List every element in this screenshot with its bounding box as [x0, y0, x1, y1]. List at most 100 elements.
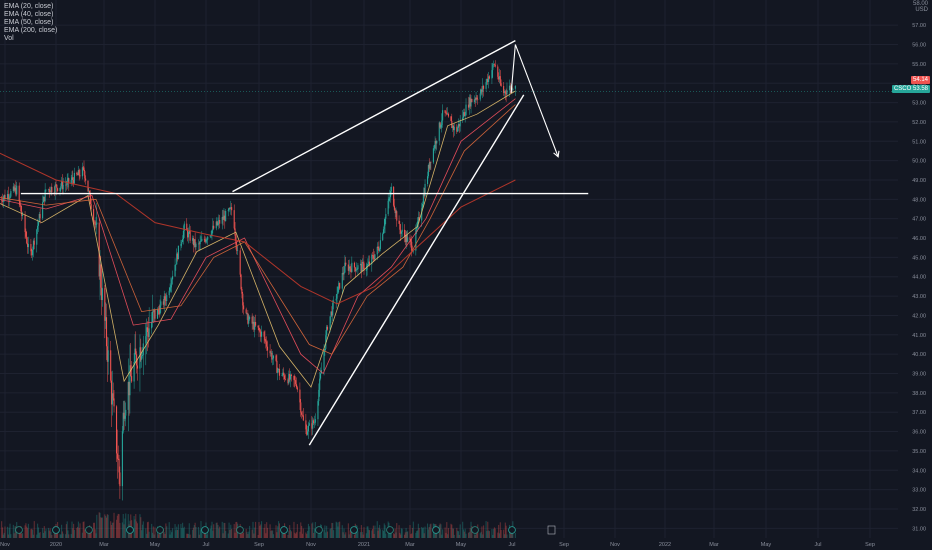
- y-tick-label: 32.00: [912, 507, 926, 513]
- candle-body: [233, 210, 235, 229]
- chart-plot[interactable]: 57.0056.0055.0054.0053.0052.0051.0050.00…: [0, 0, 932, 550]
- candle-body: [168, 290, 170, 296]
- candle-body: [219, 220, 221, 224]
- candle-body: [175, 264, 177, 266]
- y-tick-label: 50.00: [912, 159, 926, 165]
- candle-body: [211, 230, 213, 236]
- volume-bar: [213, 524, 215, 538]
- candle-body: [500, 83, 502, 87]
- candle-body: [479, 93, 481, 100]
- candle-body: [154, 309, 156, 319]
- forecast-arrow: [510, 44, 559, 157]
- volume-bar: [154, 527, 156, 538]
- candle-body: [51, 187, 53, 193]
- candle-body: [87, 180, 89, 192]
- candle-body: [308, 423, 310, 426]
- volume-bar: [243, 532, 245, 538]
- y-tick-label: 36.00: [912, 430, 926, 436]
- candle-body: [361, 262, 363, 272]
- volume-bar: [374, 525, 376, 538]
- legend-item[interactable]: EMA (40, close): [4, 11, 57, 19]
- volume-bar: [266, 527, 269, 538]
- candle-body: [151, 322, 153, 329]
- candle-body: [89, 193, 91, 205]
- volume-bar: [459, 524, 461, 538]
- candle-body: [113, 398, 115, 407]
- candle-body: [332, 302, 334, 316]
- candle-body: [314, 419, 316, 423]
- chart[interactable]: 57.0056.0055.0054.0053.0052.0051.0050.00…: [0, 0, 932, 550]
- legend-item[interactable]: EMA (50, close): [4, 19, 57, 27]
- candle-body: [227, 210, 229, 212]
- legend-item[interactable]: EMA (20, close): [4, 3, 57, 11]
- candle-body: [59, 187, 61, 191]
- candle-body: [433, 148, 435, 149]
- indicator-legend: EMA (20, close) EMA (40, close) EMA (50,…: [4, 3, 57, 43]
- candle-body: [300, 402, 302, 413]
- candle-body: [84, 171, 86, 179]
- volume-bar: [255, 521, 257, 538]
- volume-bar: [148, 531, 150, 538]
- candle-body: [239, 250, 241, 275]
- volume-bar: [125, 513, 127, 538]
- candle-body: [447, 113, 450, 117]
- candle-body: [499, 76, 501, 84]
- candle-body: [131, 376, 133, 382]
- y-tick-label: 38.00: [912, 391, 926, 397]
- candle-body: [293, 375, 295, 380]
- volume-bar: [368, 530, 371, 538]
- candle-body: [172, 276, 174, 280]
- candle-body: [181, 242, 183, 245]
- candle-body: [263, 331, 265, 337]
- candle-body: [485, 82, 487, 89]
- volume-bar: [442, 529, 444, 538]
- candle-body: [121, 431, 123, 487]
- y-tick-label: 45.00: [912, 255, 926, 261]
- volume-bar: [107, 514, 109, 538]
- candle-body: [335, 298, 337, 301]
- volume-bar: [412, 521, 414, 538]
- candle-body: [249, 316, 251, 320]
- y-tick-label: 47.00: [912, 217, 926, 223]
- ema-line: [0, 90, 516, 388]
- candle-body: [345, 262, 347, 265]
- currency-label: USD: [915, 7, 928, 13]
- x-tick-label: Mar: [405, 542, 415, 548]
- candle-body: [148, 328, 150, 337]
- candle-body: [93, 209, 95, 222]
- candle-body: [33, 240, 35, 245]
- candle-body: [156, 309, 159, 319]
- candle-body: [497, 66, 499, 77]
- candle-body: [356, 269, 358, 270]
- volume-bar: [401, 528, 403, 538]
- candle-body: [372, 255, 374, 259]
- candle-body: [357, 265, 359, 270]
- x-tick-label: Mar: [709, 542, 719, 548]
- candle-body: [349, 266, 351, 269]
- y-tick-label: 35.00: [912, 449, 926, 455]
- candle-body: [119, 472, 121, 487]
- candle-body: [187, 232, 189, 238]
- candle-body: [442, 110, 444, 121]
- candle-body: [182, 230, 184, 240]
- x-tick-label: Jul: [508, 542, 515, 548]
- candle-body: [261, 331, 263, 337]
- candle-body: [301, 412, 303, 415]
- candle-body: [146, 327, 149, 333]
- candle-body: [512, 88, 514, 91]
- candle-body: [30, 244, 32, 252]
- candle-body: [237, 250, 239, 252]
- x-tick-label: Jul: [202, 542, 209, 548]
- legend-item[interactable]: EMA (200, close): [4, 27, 57, 35]
- candle-body: [477, 98, 479, 100]
- x-tick-label: May: [456, 542, 467, 548]
- y-tick-label: 40.00: [912, 352, 926, 358]
- candle-body: [25, 232, 27, 237]
- candle-body: [398, 220, 400, 224]
- legend-item[interactable]: Vol: [4, 35, 57, 43]
- candle-body: [374, 254, 376, 260]
- candle-body: [19, 201, 21, 205]
- candle-body: [299, 389, 301, 403]
- volume-bar: [385, 533, 387, 538]
- x-tick-label: May: [150, 542, 161, 548]
